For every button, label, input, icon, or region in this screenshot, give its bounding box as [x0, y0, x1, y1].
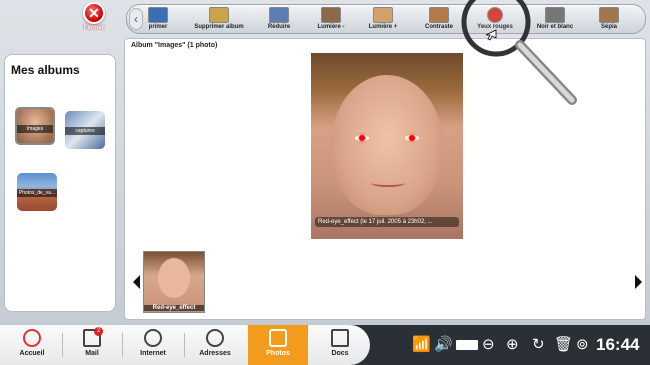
print-button[interactable]: primer	[145, 7, 171, 30]
camera-icon	[269, 329, 287, 347]
sepia-button[interactable]: Sépia	[593, 7, 625, 30]
app-label: Docs	[331, 350, 349, 357]
documents-icon	[331, 329, 349, 347]
clock: 16:44	[596, 335, 640, 354]
app-photos[interactable]: Photos	[248, 325, 308, 365]
album-photos-de-vacances[interactable]: Photos_de_va...	[17, 173, 57, 211]
toolbar-scroll-left-button[interactable]: ‹	[129, 8, 143, 30]
delete-album-button[interactable]: Supprimer album	[189, 7, 249, 30]
contrast-button[interactable]: Contraste	[423, 7, 455, 30]
album-label: captures	[65, 127, 105, 135]
taskbar-separator	[62, 333, 63, 357]
album-title: Album "Images" (1 photo)	[131, 42, 218, 49]
printer-icon	[148, 7, 168, 23]
photo-face	[331, 75, 443, 215]
taskbar-separator	[122, 333, 123, 357]
album-label: Photos_de_va...	[17, 189, 57, 197]
close-button[interactable]: ✕ Fermer	[80, 2, 108, 31]
app-mail[interactable]: 2 Mail	[64, 325, 120, 365]
light-minus-icon	[321, 7, 341, 23]
album-captures[interactable]: captures	[65, 111, 105, 149]
reduce-icon	[269, 7, 289, 23]
main-photo[interactable]: Red-eye_effect (le 17 juil. 2005 à 23h02…	[311, 53, 463, 239]
app-label: Accueil	[19, 350, 45, 357]
sepia-label: Sépia	[600, 24, 617, 30]
next-photo-arrow[interactable]	[635, 275, 642, 289]
red-eye-button[interactable]: Yeux rouges	[475, 7, 515, 30]
close-label: Fermer	[83, 25, 105, 31]
globe-icon	[144, 329, 162, 347]
zoom-in-icon[interactable]: ⊕	[506, 336, 519, 354]
app-docs[interactable]: Docs	[312, 325, 368, 365]
taskbar-apps: Accueil 2 Mail Internet Adresses Photos …	[0, 325, 370, 365]
battery-icon	[456, 340, 478, 350]
album-viewer: Album "Images" (1 photo) Red-eye_effect …	[124, 38, 646, 320]
light-minus-label: Lumière -	[317, 24, 345, 30]
album-label: Images	[17, 125, 53, 133]
black-white-button[interactable]: Noir et blanc	[533, 7, 577, 30]
trash-icon[interactable]: 🗑	[554, 336, 573, 354]
photo-mouth	[371, 179, 405, 187]
app-accueil[interactable]: Accueil	[4, 325, 60, 365]
zoom-out-icon[interactable]: ⊖	[482, 336, 495, 354]
light-minus-button[interactable]: Lumière -	[313, 7, 349, 30]
filmstrip-label: Red-eye_effect	[144, 305, 204, 311]
app-label: Internet	[140, 350, 166, 357]
filmstrip-thumbnail[interactable]: Red-eye_effect	[143, 251, 205, 313]
app-internet[interactable]: Internet	[125, 325, 181, 365]
photo-caption: Red-eye_effect (le 17 juil. 2005 à 23h02…	[315, 217, 459, 227]
delete-album-label: Supprimer album	[194, 24, 244, 30]
taskbar-separator	[184, 333, 185, 357]
light-plus-button[interactable]: Lumière +	[365, 7, 401, 30]
contrast-label: Contraste	[424, 24, 453, 30]
thumbnail-face	[158, 258, 190, 298]
taskbar: Accueil 2 Mail Internet Adresses Photos …	[0, 325, 650, 365]
wifi-icon[interactable]: 📶	[412, 336, 431, 354]
red-eye-left	[355, 135, 369, 141]
print-label: primer	[148, 24, 168, 30]
app-adresses[interactable]: Adresses	[187, 325, 243, 365]
photo-toolbar: ‹ primer Supprimer album Réduire Lumière…	[126, 4, 646, 34]
red-eye-label: Yeux rouges	[477, 24, 513, 30]
red-eye-right	[405, 135, 419, 141]
app-label: Mail	[85, 350, 99, 357]
app-label: Adresses	[199, 350, 231, 357]
close-icon: ✕	[83, 2, 105, 24]
light-plus-icon	[373, 7, 393, 23]
reduce-button[interactable]: Réduire	[261, 7, 297, 30]
undo-icon[interactable]: ↻	[532, 336, 545, 354]
volume-icon[interactable]: 🔊	[434, 336, 453, 354]
album-images[interactable]: Images	[15, 107, 55, 145]
contrast-icon	[429, 7, 449, 23]
albums-sidebar: Mes albums Images captures Photos_de_va.…	[4, 54, 116, 312]
app-label: Photos	[266, 350, 290, 357]
contacts-icon	[206, 329, 224, 347]
previous-photo-arrow[interactable]	[133, 275, 140, 289]
light-plus-label: Lumière +	[368, 24, 398, 30]
mail-badge: 2	[94, 327, 103, 336]
sidebar-title: Mes albums	[11, 63, 80, 77]
sepia-icon	[599, 7, 619, 23]
black-white-label: Noir et blanc	[536, 24, 574, 30]
help-icon[interactable]: ⊚	[576, 336, 589, 354]
red-eye-icon	[487, 7, 503, 23]
black-white-icon	[545, 7, 565, 23]
reduce-label: Réduire	[267, 24, 291, 30]
folder-delete-icon	[209, 7, 229, 23]
home-icon	[23, 329, 41, 347]
